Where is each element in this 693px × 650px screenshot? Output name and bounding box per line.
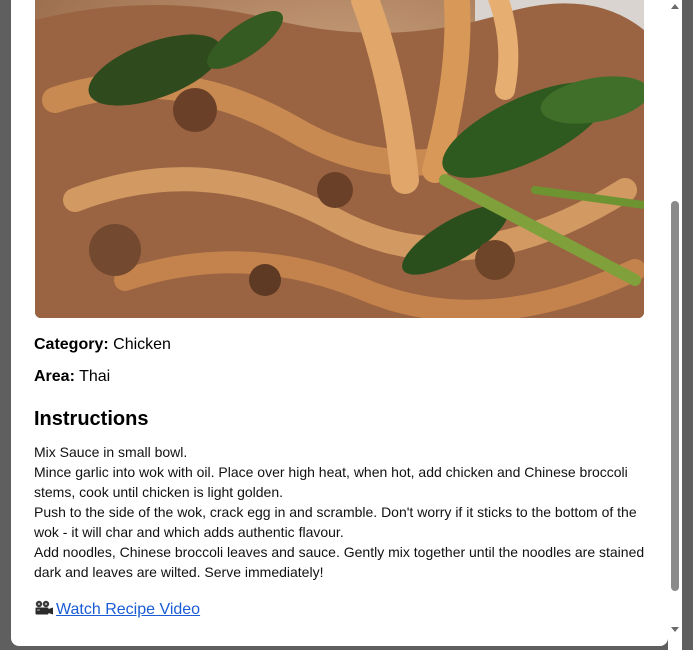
watch-recipe-video-label: Watch Recipe Video <box>56 601 201 618</box>
scrollbar-thumb[interactable] <box>671 201 679 591</box>
instruction-step: Mix Sauce in small bowl. <box>34 444 188 460</box>
category-row: Category: Chicken <box>34 336 171 354</box>
area-value: Thai <box>79 368 111 385</box>
scrollbar-track[interactable] <box>671 14 679 622</box>
area-row: Area: Thai <box>34 368 110 386</box>
modal-viewport: Category: Chicken Area: Thai Instruction… <box>0 0 693 650</box>
instructions-text: Mix Sauce in small bowl. Mince garlic in… <box>34 442 646 582</box>
meal-image <box>35 0 644 318</box>
category-label: Category: <box>34 336 109 353</box>
area-label: Area: <box>34 368 75 385</box>
noodle-dish-illustration <box>35 0 644 318</box>
film-projector-icon <box>35 600 53 615</box>
instruction-step: Push to the side of the wok, crack egg i… <box>34 504 637 540</box>
meal-detail-card: Category: Chicken Area: Thai Instruction… <box>11 0 668 646</box>
scroll-up-arrow-icon[interactable] <box>668 0 682 14</box>
vertical-scrollbar[interactable] <box>668 0 682 650</box>
watch-recipe-video-link[interactable]: Watch Recipe Video <box>34 600 200 619</box>
instruction-step: Mince garlic into wok with oil. Place ov… <box>34 464 628 500</box>
scroll-down-arrow-icon[interactable] <box>668 622 682 636</box>
instruction-step: Add noodles, Chinese broccoli leaves and… <box>34 544 645 580</box>
instructions-heading: Instructions <box>34 408 149 430</box>
category-value: Chicken <box>113 336 171 353</box>
